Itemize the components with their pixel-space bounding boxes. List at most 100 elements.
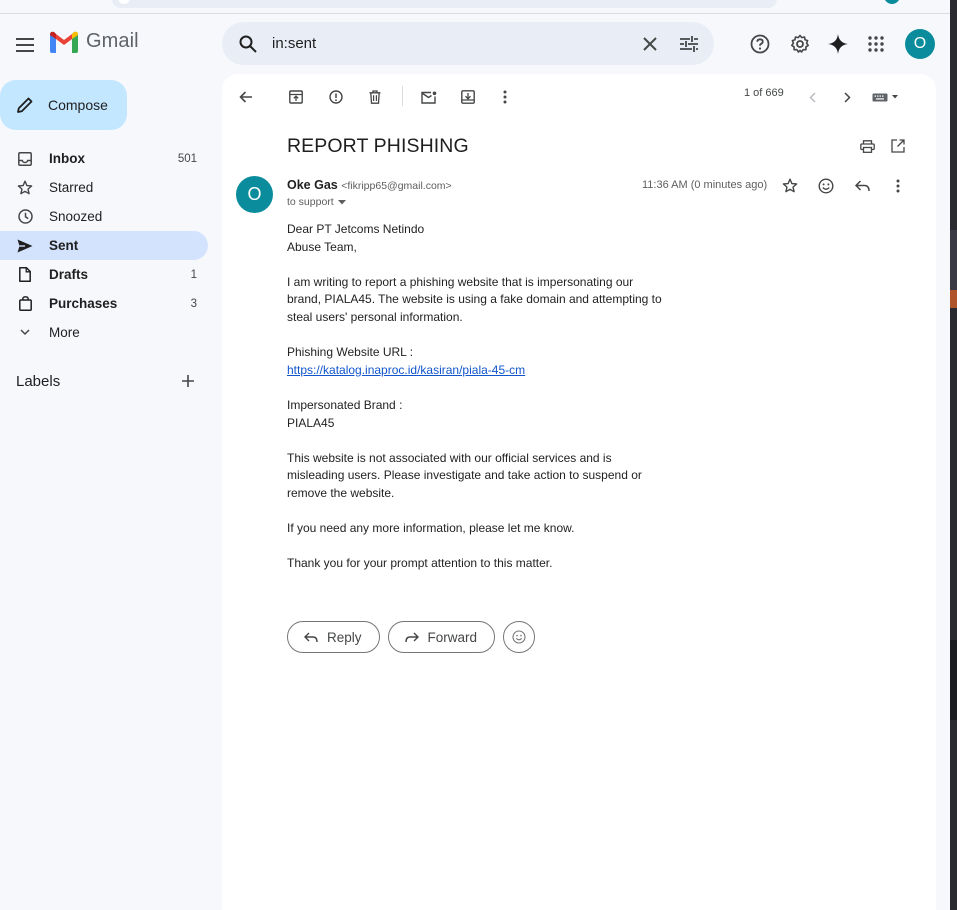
top-avatar-remnant [884, 0, 900, 4]
delete-button[interactable] [362, 84, 388, 110]
send-icon [17, 239, 33, 252]
body-line: Phishing Website URL : [287, 345, 414, 360]
body-line: If you need any more information, please… [287, 521, 575, 536]
desktop-edge-block [950, 640, 957, 720]
report-spam-button[interactable] [323, 84, 349, 110]
search-button[interactable] [234, 30, 262, 58]
more-vert-icon [896, 179, 900, 193]
arrow-back-icon [239, 91, 252, 103]
sidebar-item-purchases[interactable]: Purchases 3 [0, 289, 208, 318]
sidebar-item-snoozed[interactable]: Snoozed [0, 202, 208, 231]
chevron-left-icon [808, 91, 816, 103]
shopping-bag-icon [18, 296, 32, 311]
sender-info: Oke Gas <fikripp65@gmail.com> [287, 178, 452, 192]
compose-button[interactable]: Compose [0, 80, 127, 130]
hamburger-icon [16, 38, 34, 52]
create-label-button[interactable] [178, 371, 198, 391]
sidebar-item-starred[interactable]: Starred [0, 173, 208, 202]
star-icon [782, 178, 798, 193]
reply-icon [854, 180, 870, 192]
chevron-down-icon [20, 329, 30, 336]
input-tools-button[interactable] [870, 84, 904, 110]
sender-avatar[interactable]: O [236, 176, 273, 213]
search-input[interactable] [272, 32, 622, 55]
search-options-button[interactable] [675, 30, 703, 58]
body-line: steal users' personal information. [287, 309, 463, 324]
sender-name[interactable]: Oke Gas [287, 178, 338, 192]
gear-icon [791, 34, 809, 53]
apps-grid-icon [868, 36, 884, 52]
reply-icon-button[interactable] [849, 173, 875, 199]
draft-count: 1 [190, 268, 197, 281]
more-options-button[interactable] [492, 84, 518, 110]
body-brand-block: Impersonated Brand : PIALA45 [287, 397, 672, 432]
archive-button[interactable] [283, 84, 309, 110]
sidebar-item-label: Sent [49, 238, 79, 253]
sidebar-item-drafts[interactable]: Drafts 1 [0, 260, 208, 289]
settings-button[interactable] [784, 28, 816, 60]
sidebar-item-more[interactable]: More [0, 318, 208, 347]
email-timestamp: 11:36 AM (0 minutes ago) [642, 179, 768, 191]
support-button[interactable] [744, 28, 776, 60]
gmail-logo[interactable]: Gmail [50, 30, 139, 53]
clock-icon [17, 209, 33, 224]
keyboard-icon [872, 93, 898, 102]
body-line: misleading users. Please investigate and… [287, 468, 642, 483]
sidebar-item-label: Inbox [49, 151, 85, 166]
star-button[interactable] [777, 173, 803, 199]
trash-icon [369, 90, 381, 104]
emoji-icon [512, 630, 526, 644]
print-all-button[interactable] [854, 133, 880, 159]
labels-section-header: Labels [16, 370, 206, 392]
sparkle-icon [828, 34, 848, 54]
sidebar-item-inbox[interactable]: Inbox 501 [0, 144, 208, 173]
more-vert-icon [503, 90, 507, 104]
reply-button[interactable]: Reply [287, 621, 380, 653]
print-icon [859, 139, 875, 153]
top-search-remnant [112, 0, 777, 8]
older-button[interactable] [834, 84, 860, 110]
body-url-block: Phishing Website URL : https://katalog.i… [287, 344, 672, 379]
archive-icon [289, 90, 303, 104]
pagination-text: 1 of 669 [744, 87, 784, 99]
reply-icon [304, 632, 318, 642]
message-more-button[interactable] [885, 173, 911, 199]
body-greeting: Dear PT Jetcoms Netindo Abuse Team, [287, 221, 672, 256]
newer-button[interactable] [799, 84, 825, 110]
back-button[interactable] [233, 84, 259, 110]
plus-icon [182, 375, 194, 387]
star-icon [17, 180, 33, 194]
gemini-button[interactable] [822, 28, 854, 60]
pencil-icon [17, 97, 33, 113]
sidebar-item-label: Starred [49, 180, 94, 195]
open-new-window-button[interactable] [885, 133, 911, 159]
reply-label: Reply [327, 629, 362, 645]
reply-actions: Reply Forward [287, 621, 536, 653]
toolbar-divider [402, 86, 403, 106]
unread-count: 501 [177, 152, 197, 165]
add-reaction-button[interactable] [813, 173, 839, 199]
react-button[interactable] [503, 621, 536, 653]
close-icon [643, 37, 657, 51]
search-bar[interactable] [222, 22, 714, 65]
search-icon [239, 35, 257, 53]
purchases-count: 3 [190, 297, 197, 310]
phishing-url-link[interactable]: https://katalog.inaproc.id/kasiran/piala… [287, 363, 525, 377]
account-avatar[interactable]: O [905, 29, 935, 59]
clear-search-button[interactable] [636, 30, 664, 58]
recipient-line[interactable]: to support [287, 196, 346, 208]
forward-button[interactable]: Forward [387, 621, 496, 653]
move-to-button[interactable] [455, 84, 481, 110]
sidebar-item-sent[interactable]: Sent [0, 231, 208, 260]
body-line: PIALA45 [287, 415, 335, 430]
google-apps-button[interactable] [860, 28, 892, 60]
mark-unread-button[interactable] [416, 84, 442, 110]
sidebar-item-label: Snoozed [49, 209, 103, 224]
sidebar-item-label: Drafts [49, 267, 89, 282]
body-line: remove the website. [287, 485, 395, 500]
forward-label: Forward [427, 629, 478, 645]
main-menu-button[interactable] [8, 28, 42, 62]
labels-title: Labels [16, 372, 61, 390]
desktop-edge-block [950, 230, 957, 290]
browser-top-strip [0, 0, 950, 14]
